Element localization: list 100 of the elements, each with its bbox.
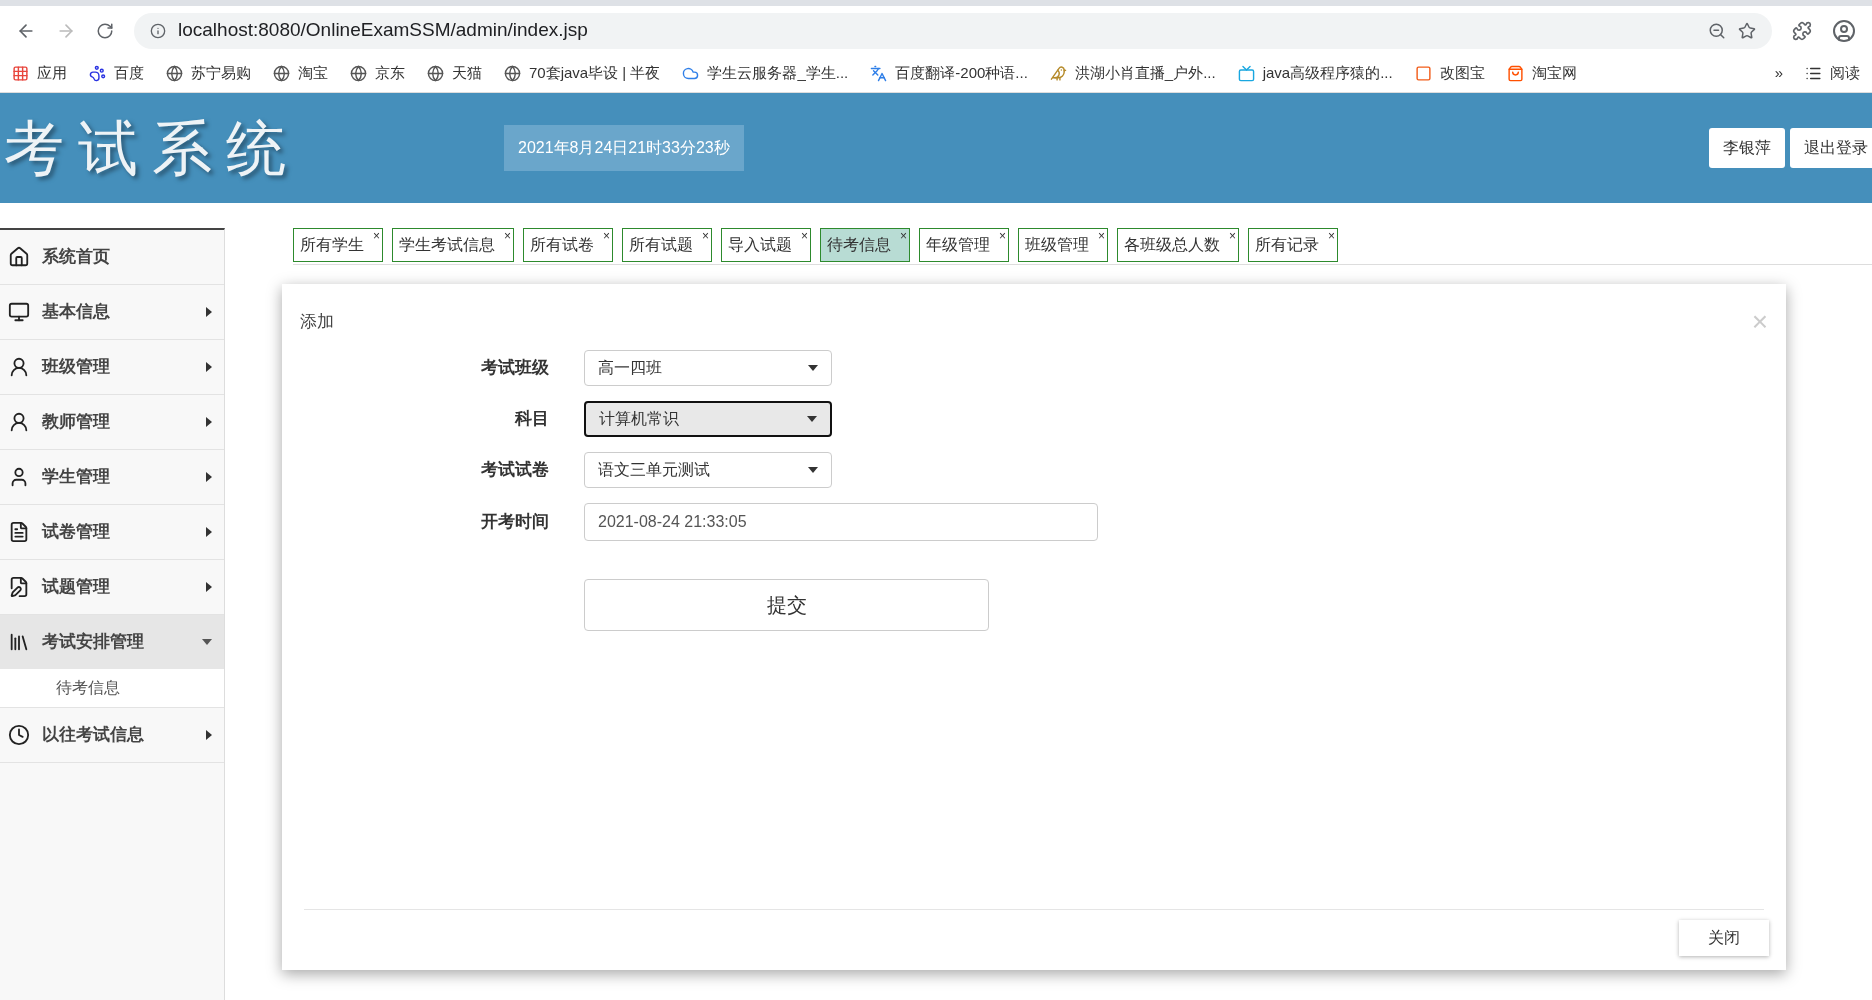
address-bar[interactable]: localhost:8080/OnlineExamSSM/admin/index.jsp (134, 12, 1772, 49)
select-field[interactable]: 语文三单元测试 (584, 452, 832, 488)
monitor-icon (8, 301, 30, 323)
close-dialog-button[interactable]: 关闭 (1679, 920, 1769, 956)
bookmark[interactable]: 淘宝网 (1506, 62, 1577, 85)
bookmark[interactable]: 改图宝 (1414, 62, 1485, 85)
input-field[interactable]: 2021-08-24 21:33:05 (584, 503, 1098, 541)
tv-icon (1237, 65, 1255, 82)
caret-icon (206, 472, 212, 482)
list-icon (1805, 65, 1822, 82)
dialog-title: 添加 (300, 311, 334, 334)
sidebar-item[interactable]: 以往考试信息 (0, 708, 224, 762)
bookmark[interactable]: 学生云服务器_学生... (682, 62, 849, 85)
tab-close-button[interactable]: × (1098, 229, 1105, 243)
sidebar-item[interactable]: 教师管理 (0, 395, 224, 449)
tab[interactable]: 所有试题 × (622, 228, 712, 262)
bookmark[interactable]: 百度翻译-200种语... (870, 62, 1028, 85)
caret-icon (202, 639, 212, 645)
tab-close-button[interactable]: × (702, 229, 709, 243)
document-edit-icon (8, 576, 30, 598)
submit-button[interactable]: 提交 (584, 579, 989, 631)
overflow-button[interactable]: » (1774, 62, 1783, 85)
bookmark[interactable]: 百度 (89, 62, 144, 85)
zoom-icon[interactable] (1708, 21, 1726, 40)
sidebar-item[interactable]: 试卷管理 (0, 505, 224, 559)
tab-close-button[interactable]: × (603, 229, 610, 243)
sidebar-subitem[interactable]: 待考信息 (0, 669, 224, 707)
star-icon[interactable] (1738, 21, 1756, 40)
bookmark[interactable]: 苏宁易购 (166, 62, 251, 85)
field-label: 开考时间 (480, 511, 550, 534)
tab[interactable]: 各班级总人数 × (1117, 228, 1239, 262)
globe-icon (166, 65, 183, 82)
document-icon (8, 521, 30, 543)
tab-close-button[interactable]: × (900, 229, 907, 243)
globe-icon (273, 65, 290, 82)
books-icon (8, 631, 30, 653)
globe-icon (504, 65, 521, 82)
tab-close-button[interactable]: × (1229, 229, 1236, 243)
paw-icon (89, 65, 106, 82)
bookmark[interactable]: 天猫 (427, 62, 482, 85)
bookmark[interactable]: 应用 (12, 62, 67, 85)
tab[interactable]: 所有试卷 × (523, 228, 613, 262)
tab[interactable]: 班级管理 × (1018, 228, 1108, 262)
bookmark[interactable]: 京东 (350, 62, 405, 85)
info-icon[interactable] (150, 22, 166, 39)
house-icon (8, 246, 30, 268)
caret-icon (206, 527, 212, 537)
bookmark[interactable]: 洪湖小肖直播_户外... (1049, 62, 1216, 85)
select-field[interactable]: 高一四班 (584, 350, 832, 386)
field-label: 科目 (513, 408, 550, 431)
select-field[interactable]: 计算机常识 (584, 401, 832, 437)
caret-icon (206, 582, 212, 592)
extensions-icon[interactable] (1792, 20, 1812, 41)
datetime-label: 2021年8月24日21时33分23秒 (504, 125, 744, 171)
tab[interactable]: 待考信息 × (820, 228, 910, 262)
sidebar-item[interactable]: 学生管理 (0, 450, 224, 504)
bag-icon (1506, 65, 1524, 82)
translate-icon (870, 65, 888, 82)
apps-icon (12, 65, 29, 82)
person-icon (8, 411, 30, 433)
caret-icon (206, 730, 212, 740)
tab-close-button[interactable]: × (999, 229, 1006, 243)
reading-list[interactable]: 阅读 (1805, 62, 1860, 85)
caret-icon (206, 307, 212, 317)
dropdown-arrow-icon (808, 467, 818, 473)
caret-icon (206, 417, 212, 427)
reload-icon[interactable] (96, 21, 114, 40)
tab-close-button[interactable]: × (373, 229, 380, 243)
tab[interactable]: 导入试题 × (721, 228, 811, 262)
bookmark[interactable]: java高级程序猿的... (1237, 62, 1393, 85)
profile-icon[interactable] (1832, 18, 1856, 43)
bird-icon (1049, 65, 1067, 82)
dropdown-arrow-icon (807, 416, 817, 422)
tab[interactable]: 所有记录 × (1248, 228, 1338, 262)
sidebar-item[interactable]: 考试安排管理 (0, 615, 224, 669)
globe-icon (427, 65, 444, 82)
tab[interactable]: 学生考试信息 × (392, 228, 514, 262)
field-label: 考试班级 (480, 357, 550, 380)
sidebar-item[interactable]: 系统首页 (0, 230, 224, 284)
tab-close-button[interactable]: × (504, 229, 511, 243)
field-label: 考试试卷 (480, 459, 550, 482)
tab-close-button[interactable]: × (801, 229, 808, 243)
tab[interactable]: 所有学生 × (293, 228, 383, 262)
caret-icon (206, 362, 212, 372)
app-title: 考试系统 (4, 112, 301, 185)
bookmark[interactable]: 淘宝 (273, 62, 328, 85)
sidebar-item[interactable]: 班级管理 (0, 340, 224, 394)
user-button[interactable]: 李银萍 (1709, 128, 1785, 168)
square-icon (1414, 65, 1432, 82)
globe-icon (350, 65, 367, 82)
bookmark[interactable]: 70套java毕设 | 半夜 (504, 62, 661, 85)
sidebar-item[interactable]: 基本信息 (0, 285, 224, 339)
cloud-icon (682, 65, 700, 82)
person-icon (8, 356, 30, 378)
logout-button[interactable]: 退出登录 (1790, 128, 1872, 168)
tab[interactable]: 年级管理 × (919, 228, 1009, 262)
dropdown-arrow-icon (808, 365, 818, 371)
clock-icon (8, 724, 30, 746)
tab-close-button[interactable]: × (1328, 229, 1335, 243)
sidebar-item[interactable]: 试题管理 (0, 560, 224, 614)
